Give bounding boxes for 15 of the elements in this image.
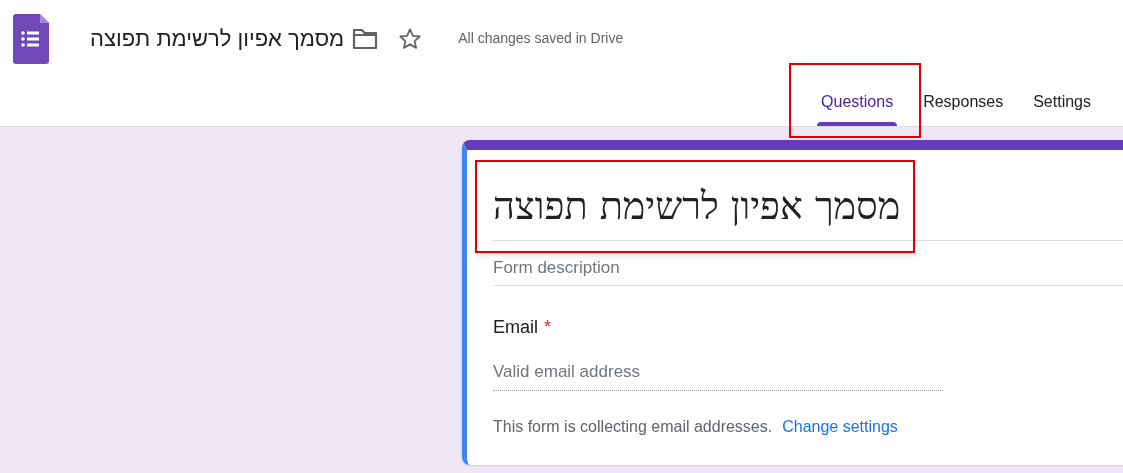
change-settings-link[interactable]: Change settings <box>782 418 898 435</box>
required-mark: * <box>544 315 552 339</box>
email-field[interactable]: Valid email address <box>493 358 943 391</box>
tab[interactable]: Questions <box>809 77 906 126</box>
tab[interactable]: Settings <box>1021 77 1103 126</box>
description-field[interactable]: Form description <box>493 255 1123 286</box>
collection-note: This form is collecting email addresses. <box>493 418 773 435</box>
question-label: Email <box>493 315 538 339</box>
form-title[interactable]: מסמך אפיון לרשימת תפוצה <box>493 182 901 230</box>
folder-icon[interactable] <box>352 27 379 50</box>
tab[interactable]: Responses <box>911 77 1016 126</box>
forms-logo-icon[interactable] <box>13 13 49 64</box>
document-title[interactable]: מסמך אפיון לרשימת תפוצה <box>90 22 345 56</box>
star-icon[interactable] <box>398 26 423 51</box>
save-status: All changes saved in Drive <box>458 29 624 49</box>
